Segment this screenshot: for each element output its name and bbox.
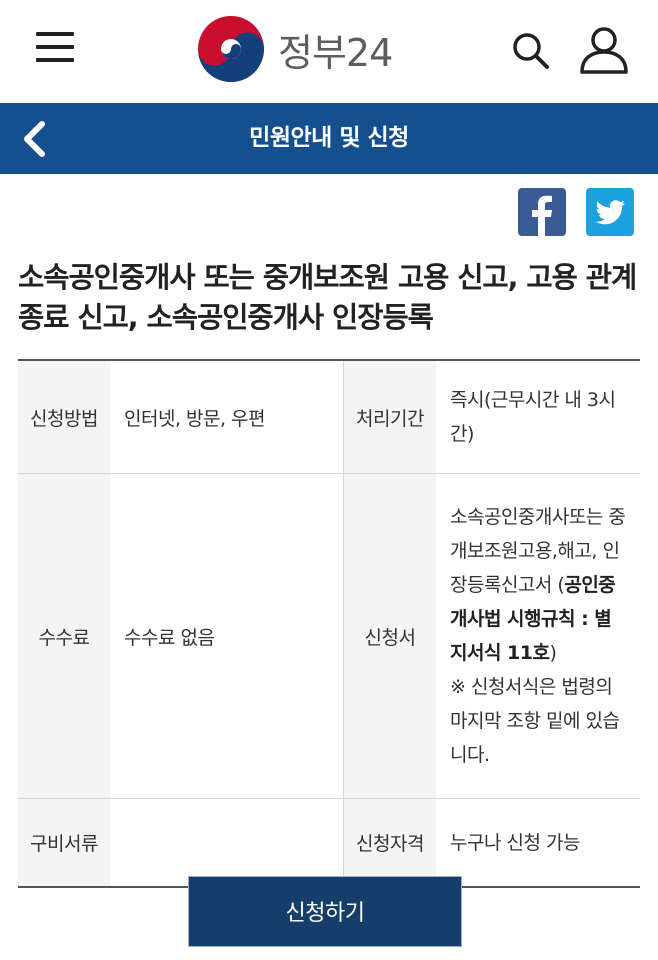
method-value: 인터넷, 방문, 우편 [110, 360, 344, 474]
user-button[interactable] [578, 26, 630, 74]
chevron-left-icon [24, 121, 45, 157]
logo-text: 정부24 [278, 30, 393, 75]
apply-button[interactable]: 신청하기 [189, 877, 461, 946]
page-section-title: 민원안내 및 신청 [249, 125, 409, 151]
form-label: 신청서 [343, 473, 436, 799]
eligibility-label: 신청자격 [343, 798, 436, 887]
form-value-close: ) [549, 642, 557, 664]
table-row: 수수료 수수료 없음 신청서 소속공인중개사또는 중개보조원고용,해고, 인장등… [18, 473, 640, 799]
table-row: 신청방법 인터넷, 방문, 우편 처리기간 즉시(근무시간 내 3시간) [18, 360, 640, 474]
top-header: 정부24 [0, 0, 658, 103]
form-value: 소속공인중개사또는 중개보조원고용,해고, 인장등록신고서 (공인중개사법 시행… [436, 473, 640, 799]
eligibility-value: 누구나 신청 가능 [450, 831, 580, 854]
menu-icon[interactable] [36, 30, 74, 64]
fee-label: 수수료 [18, 473, 110, 799]
period-value: 즉시(근무시간 내 3시간) [436, 360, 640, 474]
title-bar: 민원안내 및 신청 [0, 103, 658, 174]
twitter-icon [595, 200, 625, 225]
table-row: 구비서류 신청자격 누구나 신청 가능 [18, 798, 640, 888]
back-button[interactable] [18, 119, 54, 159]
taegeuk-logo-icon [198, 16, 264, 82]
page-title: 소속공인중개사 또는 중개보조원 고용 신고, 고용 관계 종료 신고, 소속공… [18, 261, 637, 334]
facebook-icon [532, 195, 552, 236]
form-note: ※ 신청서식은 법령의 마지막 조항 밑에 있습니다. [450, 676, 620, 766]
search-icon [513, 33, 549, 69]
gov24-logo[interactable]: 정부24 [196, 14, 393, 84]
search-button[interactable] [510, 30, 550, 70]
docs-label: 구비서류 [18, 798, 110, 887]
method-label: 신청방법 [18, 360, 110, 474]
facebook-share-button[interactable] [518, 188, 566, 236]
service-info-table: 신청방법 인터넷, 방문, 우편 처리기간 즉시(근무시간 내 3시간) 수수료… [18, 359, 640, 888]
period-label: 처리기간 [343, 360, 436, 474]
twitter-share-button[interactable] [586, 188, 634, 236]
fee-value: 수수료 없음 [110, 473, 344, 799]
user-icon [580, 27, 628, 74]
docs-value [110, 799, 344, 888]
share-buttons [518, 188, 634, 236]
